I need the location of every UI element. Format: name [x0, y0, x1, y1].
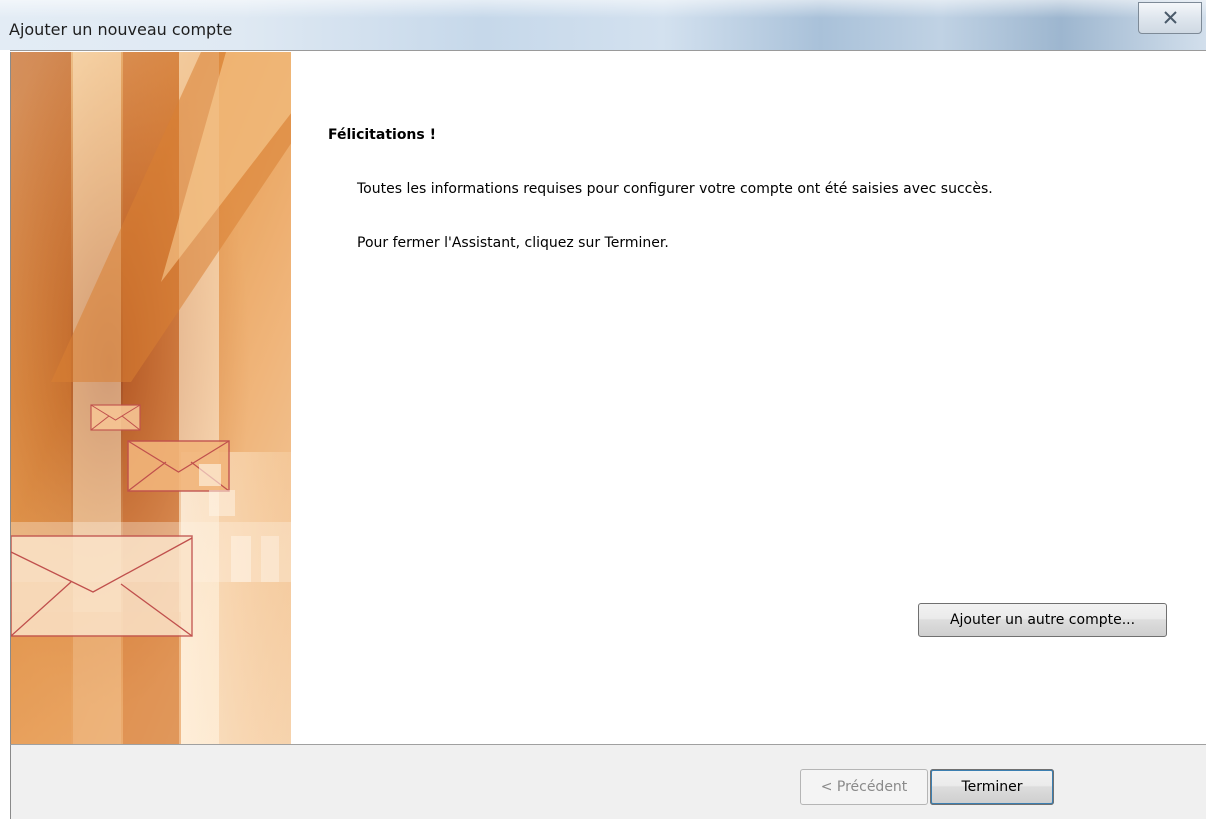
window-title: Ajouter un nouveau compte — [9, 20, 233, 39]
banner-image — [11, 52, 292, 744]
close-icon — [1164, 11, 1177, 24]
finish-button[interactable]: Terminer — [930, 769, 1054, 805]
side-banner — [10, 52, 292, 744]
window-left-edge — [0, 50, 10, 819]
success-message: Toutes les informations requises pour co… — [357, 181, 993, 197]
add-account-dialog: Ajouter un nouveau compte Félicitations … — [0, 0, 1206, 819]
envelope-icon — [11, 535, 193, 637]
instruction-message: Pour fermer l'Assistant, cliquez sur Ter… — [357, 235, 669, 251]
close-button[interactable] — [1138, 2, 1202, 34]
wizard-footer: < Précédent Terminer — [10, 744, 1206, 819]
page-title: Félicitations ! — [328, 127, 436, 143]
title-bar: Ajouter un nouveau compte — [0, 0, 1206, 51]
previous-button[interactable]: < Précédent — [800, 769, 928, 805]
add-another-account-button[interactable]: Ajouter un autre compte... — [918, 603, 1167, 637]
envelope-icon — [90, 404, 141, 431]
wizard-content: Félicitations ! Toutes les informations … — [291, 52, 1206, 744]
